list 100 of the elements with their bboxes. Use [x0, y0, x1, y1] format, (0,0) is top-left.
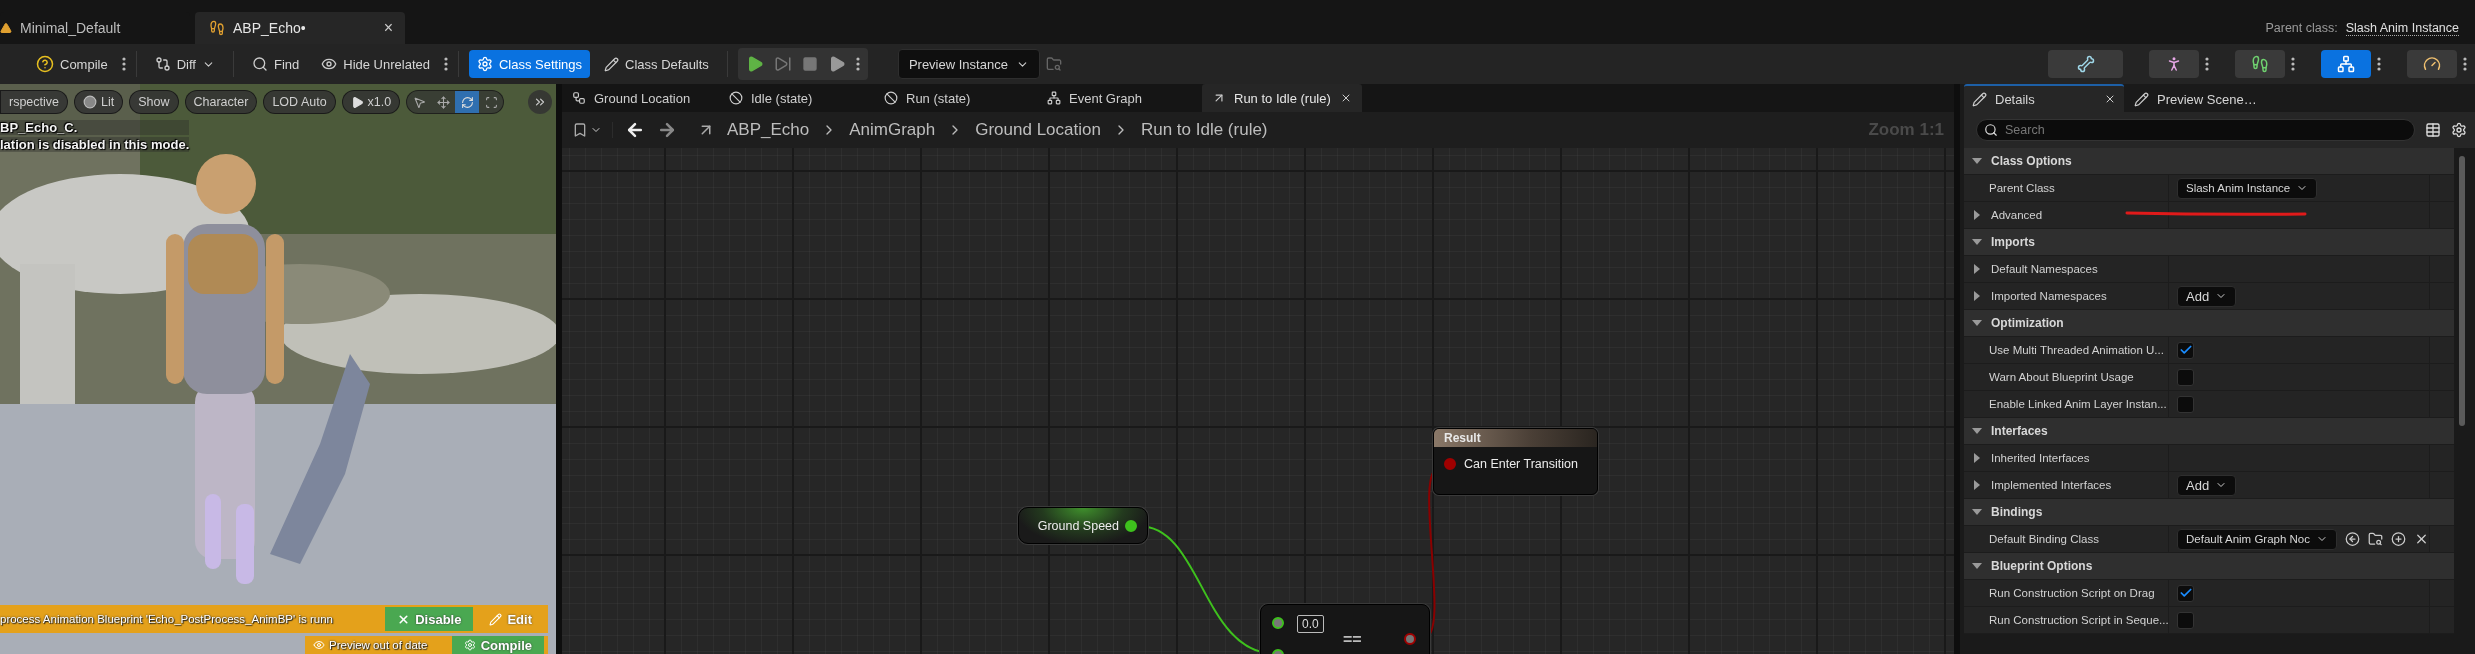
viewport-message: BP_Echo_C.	[0, 120, 190, 135]
folder-search-icon[interactable]	[2368, 531, 2383, 547]
caret-right-icon[interactable]	[1972, 210, 1982, 220]
section-header[interactable]: Class Options	[1964, 148, 2454, 175]
variable-node[interactable]: Ground Speed	[1018, 507, 1148, 544]
close-icon[interactable]	[1340, 92, 1352, 104]
pointer-icon	[412, 95, 426, 109]
caret-down-icon[interactable]	[1972, 156, 1982, 166]
more-icon[interactable]	[443, 57, 448, 71]
caret-down-icon[interactable]	[1972, 426, 1982, 436]
checkbox[interactable]	[2177, 395, 2194, 413]
bookmark-icon[interactable]	[572, 122, 588, 138]
viewport-option-button[interactable]: rspective	[0, 90, 69, 114]
caret-down-icon[interactable]	[1972, 507, 1982, 517]
checkbox[interactable]	[2177, 611, 2194, 629]
pin[interactable]	[1125, 519, 1137, 532]
add-dropdown[interactable]: Add	[2177, 285, 2237, 307]
caret-right-icon[interactable]	[1972, 291, 1982, 301]
arrow-left-icon[interactable]	[2345, 531, 2360, 547]
graph-tab[interactable]: Ground Location	[562, 84, 719, 112]
pin[interactable]	[1404, 633, 1416, 645]
checkbox[interactable]	[2177, 584, 2194, 602]
checkbox[interactable]	[2177, 341, 2194, 359]
more-icon[interactable]	[2291, 57, 2295, 71]
caret-right-icon[interactable]	[1972, 453, 1982, 463]
compare-icon	[154, 56, 171, 72]
caret-down-icon[interactable]	[1972, 561, 1982, 571]
section-title: Imports	[1991, 235, 2035, 249]
breadcrumb-link[interactable]: ABP_Echo	[727, 120, 810, 140]
checkbox[interactable]	[2177, 368, 2194, 386]
graph-tab[interactable]: Event Graph	[1037, 84, 1202, 112]
find-button[interactable]: Find	[243, 50, 308, 78]
step-icon[interactable]	[773, 55, 792, 73]
class-settings-button[interactable]: Class Settings	[468, 50, 591, 78]
property-label: Imported Namespaces	[1991, 290, 2107, 302]
forward-icon[interactable]	[657, 120, 677, 140]
settings-icon	[463, 639, 476, 651]
compile-button[interactable]: Compile	[28, 50, 116, 78]
table-icon[interactable]	[2425, 122, 2441, 138]
viewport-option-button[interactable]: Lit	[74, 90, 124, 114]
more-icon[interactable]	[2205, 57, 2209, 71]
caret-down-icon[interactable]	[1972, 237, 1982, 247]
value-field[interactable]: 0.0	[1297, 615, 1324, 633]
mode-button[interactable]	[2407, 50, 2457, 78]
transform-tool[interactable]	[455, 91, 480, 113]
hide-unrelated-button[interactable]: Hide Unrelated	[313, 50, 438, 78]
section-header[interactable]: Imports	[1964, 229, 2454, 256]
stop-icon[interactable]	[801, 56, 818, 72]
more-icon[interactable]	[2377, 57, 2381, 71]
node-graph-icon	[1047, 91, 1061, 105]
add-dropdown[interactable]: Add	[2177, 474, 2237, 496]
class-dropdown[interactable]: Slash Anim Instance	[2177, 177, 2318, 199]
document-tab[interactable]: ABP_Echo• ×	[195, 12, 405, 44]
panel-tab[interactable]: Preview Scene…	[2126, 84, 2296, 112]
breadcrumb-link[interactable]: AnimGraph	[849, 120, 936, 140]
gauge-icon	[2423, 55, 2441, 73]
operator-label: ==	[1343, 631, 1362, 649]
section-header[interactable]: Optimization	[1964, 310, 2454, 337]
viewport-option-button[interactable]: LOD Auto	[263, 90, 336, 114]
graph-tab[interactable]: Run (state)	[874, 84, 1037, 112]
more-icon[interactable]	[2463, 57, 2467, 71]
panel-tab[interactable]: Details	[1964, 84, 2124, 112]
close-tab-button[interactable]: ×	[383, 19, 393, 37]
graph-tab[interactable]: Idle (state)	[719, 84, 874, 112]
more-icon[interactable]	[855, 57, 860, 71]
add-icon[interactable]	[2391, 531, 2406, 547]
class-dropdown[interactable]: Default Anim Graph Noc	[2177, 528, 2337, 550]
search-field[interactable]: Search	[1976, 119, 2415, 141]
property-label: Warn About Blueprint Usage	[1989, 371, 2134, 383]
debug-object-dropdown[interactable]: Preview Instance	[897, 49, 1040, 79]
section-header[interactable]: Bindings	[1964, 499, 2454, 526]
class-defaults-button[interactable]: Class Defaults	[596, 50, 717, 78]
rotate-icon	[460, 95, 474, 109]
section-header[interactable]: Interfaces	[1964, 418, 2454, 445]
viewport-option-button[interactable]: Character	[184, 90, 258, 114]
mode-button[interactable]	[2321, 50, 2371, 78]
caret-right-icon[interactable]	[1972, 264, 1982, 274]
slashed-circle-icon	[884, 91, 898, 105]
caret-down-icon[interactable]	[1972, 318, 1982, 328]
mode-button[interactable]	[2048, 50, 2123, 78]
result-node[interactable]: Result Can Enter Transition	[1433, 428, 1598, 495]
breadcrumb-link[interactable]: Run to Idle (rule)	[1140, 120, 1268, 140]
mode-button[interactable]	[2149, 50, 2199, 78]
pin[interactable]	[1272, 617, 1284, 629]
graph-tab[interactable]: Run to Idle (rule)	[1202, 84, 1362, 112]
close-icon[interactable]	[2104, 93, 2116, 105]
double-chevron-icon	[533, 95, 547, 109]
back-icon[interactable]	[625, 120, 645, 140]
more-icon[interactable]	[121, 57, 126, 71]
property-label: Run Construction Script in Seque...	[1989, 614, 2169, 626]
settings-icon[interactable]	[2451, 122, 2467, 138]
viewport-option-button[interactable]: Show	[129, 90, 179, 114]
compare-node[interactable]: 0.0 ==	[1260, 604, 1430, 654]
breadcrumb-link[interactable]: Ground Location	[975, 120, 1101, 140]
mode-button[interactable]	[2235, 50, 2285, 78]
scrollbar[interactable]	[2459, 156, 2465, 426]
parent-class-link[interactable]: Slash Anim Instance	[2345, 20, 2459, 36]
section-header[interactable]: Blueprint Options	[1964, 553, 2454, 580]
caret-right-icon[interactable]	[1972, 480, 1982, 490]
diff-button[interactable]: Diff	[146, 50, 223, 78]
